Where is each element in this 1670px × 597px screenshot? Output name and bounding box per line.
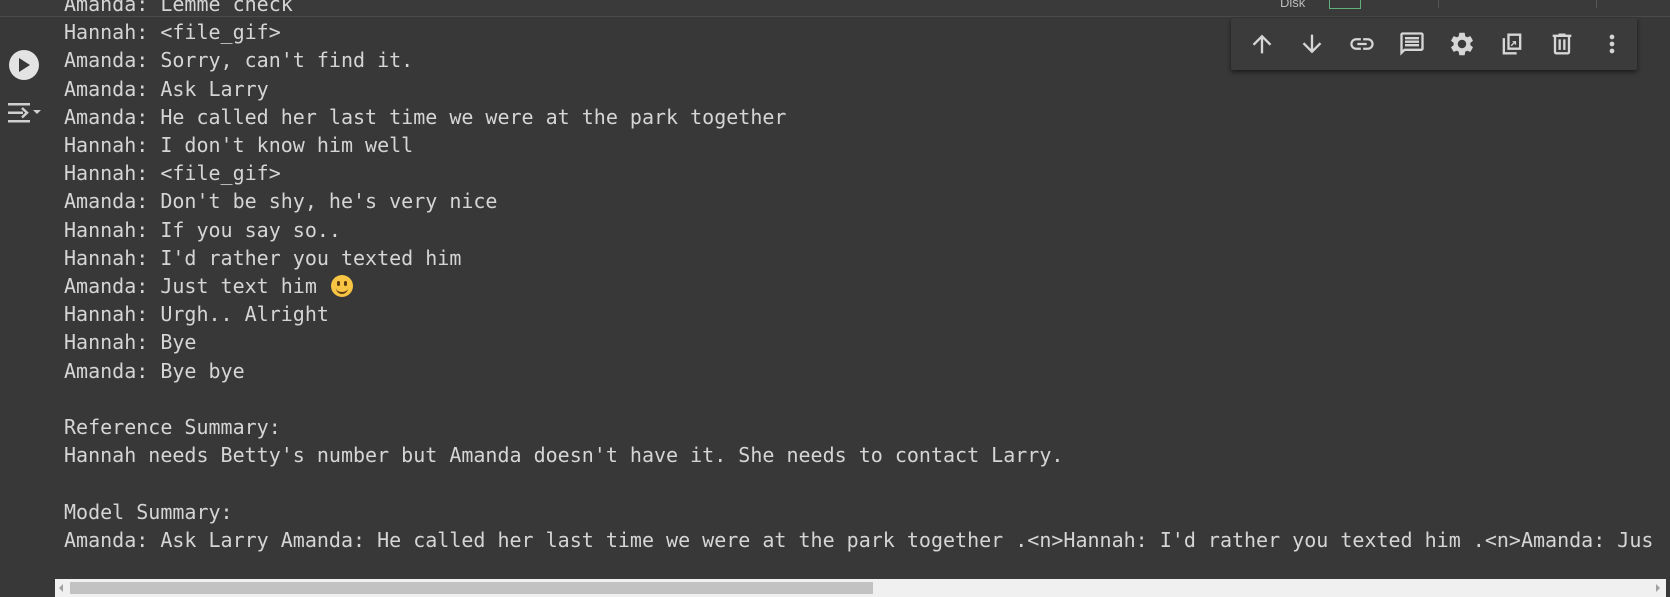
output-line-text: Hannah: Bye [64, 330, 197, 355]
gear-icon [1451, 32, 1473, 56]
output-line: Amanda: Just text him [64, 272, 1654, 300]
output-line-text: Amanda: Ask Larry Amanda: He called her … [64, 527, 1654, 552]
cell-settings-button[interactable] [1437, 24, 1487, 64]
mirror-cell-icon [1502, 33, 1522, 55]
run-cell-button[interactable] [9, 50, 39, 80]
output-line: Reference Summary: [64, 413, 1654, 441]
slightly-smiling-face-emoji [330, 275, 353, 298]
cell-gutter [0, 16, 50, 597]
scrollbar-thumb[interactable] [70, 582, 873, 594]
cell-output: Amanda: Lemme check Hannah: <file_gif> Ama… [64, 0, 1654, 570]
run-icon [19, 58, 30, 72]
output-line-text: Hannah needs Betty's number but Amanda d… [64, 443, 1064, 468]
output-line-text: Amanda: Ask Larry [64, 76, 269, 101]
output-line-text: Amanda: He called her last time we were … [64, 104, 787, 129]
output-line-text: Amanda: Lemme check [64, 0, 293, 16]
output-line-text: Amanda: Just text him [64, 274, 329, 299]
output-text: Amanda: Lemme check Hannah: <file_gif> Ama… [64, 0, 1654, 554]
output-line: Hannah: Urgh.. Alright [64, 300, 1654, 328]
output-line: Hannah: Bye [64, 328, 1654, 356]
mirror-cell-button[interactable] [1487, 24, 1537, 64]
output-line-text: Hannah: <file_gif> [64, 20, 281, 45]
move-cell-down-button[interactable] [1287, 24, 1337, 64]
output-line-text: Hannah: Urgh.. Alright [64, 302, 329, 327]
output-line: Amanda: Lemme check [64, 0, 1654, 18]
output-toggle-button[interactable] [6, 100, 42, 126]
arrow-down-icon [1302, 34, 1322, 54]
output-line-text: Amanda: Don't be shy, he's very nice [64, 189, 498, 214]
output-toggle-icon [8, 103, 41, 123]
delete-cell-button[interactable] [1537, 24, 1587, 64]
output-line-text: Hannah: I don't know him well [64, 133, 414, 158]
cell-toolbar [1231, 18, 1637, 70]
output-line-text: Hannah: I'd rather you texted him [64, 245, 462, 270]
scroll-right-arrow-icon[interactable] [1656, 584, 1660, 592]
add-comment-button[interactable] [1387, 24, 1437, 64]
output-line: Hannah: <file_gif> [64, 159, 1654, 187]
output-line: Hannah: I don't know him well [64, 131, 1654, 159]
output-line: Hannah: I'd rather you texted him [64, 244, 1654, 272]
output-line-text: Amanda: Bye bye [64, 358, 245, 383]
trash-icon [1552, 33, 1572, 55]
output-line: Hannah needs Betty's number but Amanda d… [64, 441, 1654, 469]
output-line-text: Amanda: Sorry, can't find it. [64, 48, 414, 73]
link-icon [1350, 38, 1374, 50]
comment-icon [1400, 32, 1424, 56]
output-line-text: Model Summary: [64, 499, 233, 524]
horizontal-scrollbar[interactable] [55, 579, 1666, 597]
output-line: Amanda: Don't be shy, he's very nice [64, 187, 1654, 215]
arrow-up-icon [1252, 34, 1272, 54]
more-vert-icon [1609, 34, 1615, 54]
output-line: Amanda: He called her last time we were … [64, 103, 1654, 131]
output-line: Hannah: If you say so.. [64, 216, 1654, 244]
output-line: Amanda: Bye bye [64, 357, 1654, 385]
copy-link-button[interactable] [1337, 24, 1387, 64]
output-line-text: Reference Summary: [64, 415, 281, 440]
scroll-left-arrow-icon[interactable] [59, 584, 63, 592]
move-cell-up-button[interactable] [1237, 24, 1287, 64]
more-actions-button[interactable] [1587, 24, 1637, 64]
output-line-text: Hannah: <file_gif> [64, 161, 281, 186]
output-line: Amanda: Ask Larry [64, 75, 1654, 103]
output-line: Model Summary: [64, 498, 1654, 526]
output-line-text: Hannah: If you say so.. [64, 217, 341, 242]
output-line: Amanda: Ask Larry Amanda: He called her … [64, 526, 1654, 554]
